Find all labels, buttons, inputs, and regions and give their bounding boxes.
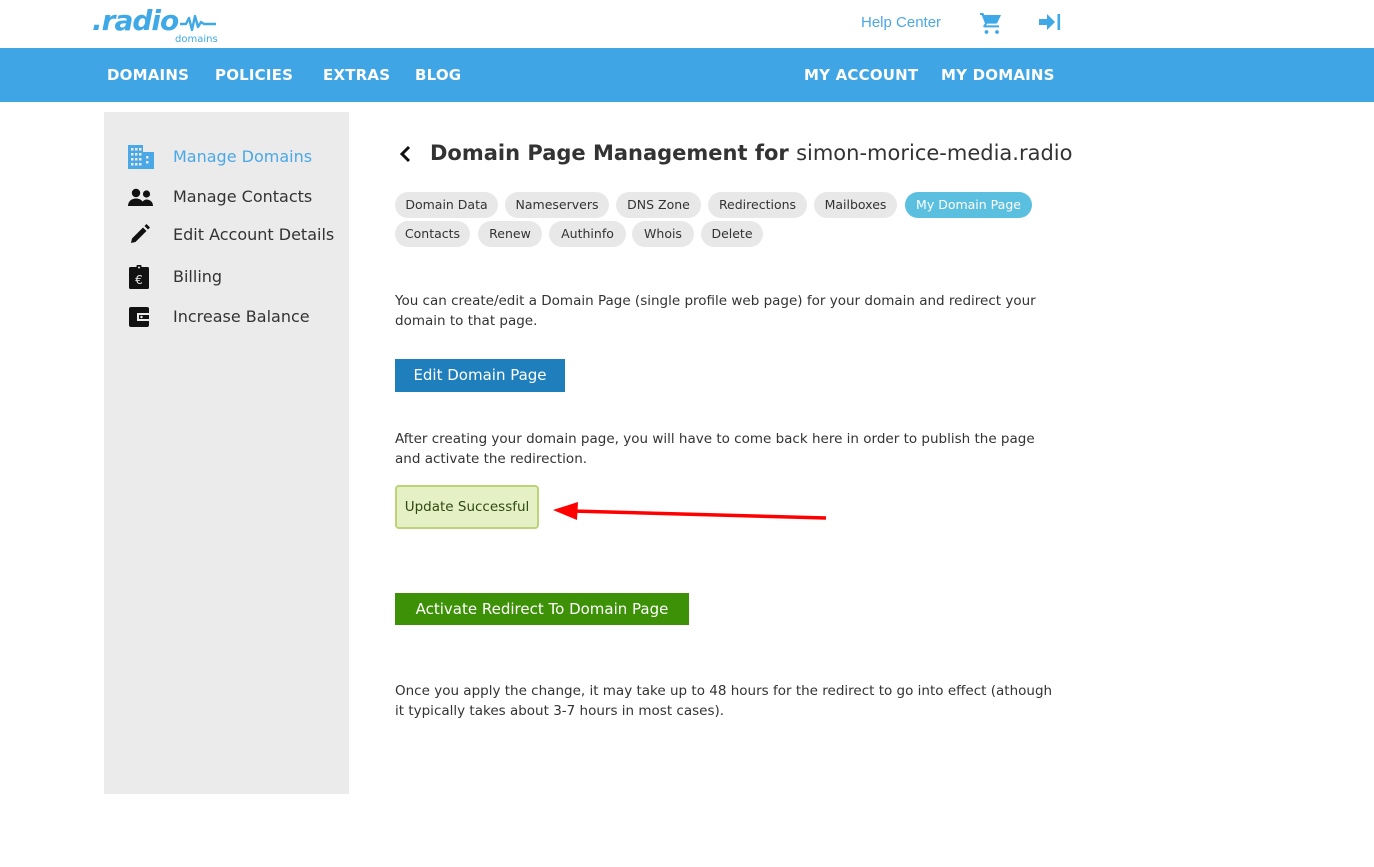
sidebar-item-billing[interactable]: € Billing xyxy=(104,262,349,292)
logout-icon[interactable] xyxy=(1039,12,1061,32)
tab-contacts[interactable]: Contacts xyxy=(395,221,470,247)
tab-whois[interactable]: Whois xyxy=(632,221,694,247)
building-icon xyxy=(128,145,154,169)
sidebar-item-manage-domains[interactable]: Manage Domains xyxy=(104,142,349,172)
sidebar-item-edit-account-details[interactable]: Edit Account Details xyxy=(104,220,349,250)
page-title-prefix: Domain Page Management for xyxy=(430,141,797,165)
sidebar-item-manage-contacts[interactable]: Manage Contacts xyxy=(104,182,349,212)
sidebar-item-label: Manage Domains xyxy=(173,147,313,166)
shopping-cart-icon[interactable] xyxy=(979,11,1003,35)
footer-note-text: Once you apply the change, it may take u… xyxy=(395,683,1053,719)
page-title: Domain Page Management for simon-morice-… xyxy=(430,141,1072,165)
update-success-alert: Update Successful xyxy=(395,485,539,529)
tab-dns-zone[interactable]: DNS Zone xyxy=(616,192,701,218)
sidebar-item-increase-balance[interactable]: Increase Balance xyxy=(104,302,349,332)
nav-blog[interactable]: BLOG xyxy=(415,66,461,84)
sidebar: Manage Domains Manage Contacts Edit Acco… xyxy=(104,112,349,794)
top-bar: .radio domains Help Center xyxy=(0,0,1374,48)
site-logo[interactable]: .radio domains xyxy=(92,4,222,48)
sidebar-item-label: Edit Account Details xyxy=(173,225,335,244)
pencil-icon xyxy=(131,224,150,243)
tab-my-domain-page[interactable]: My Domain Page xyxy=(905,192,1032,218)
nav-domains[interactable]: DOMAINS xyxy=(107,66,189,84)
sidebar-item-label: Increase Balance xyxy=(173,307,310,326)
wallet-icon xyxy=(129,307,149,327)
help-center-link[interactable]: Help Center xyxy=(861,14,941,31)
page-title-domain: simon-morice-media.radio xyxy=(796,141,1073,165)
tab-authinfo[interactable]: Authinfo xyxy=(549,221,626,247)
nav-policies[interactable]: POLICIES xyxy=(215,66,293,84)
logo-text: .radio xyxy=(92,4,179,37)
nav-my-domains[interactable]: MY DOMAINS xyxy=(941,66,1055,84)
red-arrow-annotation xyxy=(553,502,827,520)
nav-my-account[interactable]: MY ACCOUNT xyxy=(804,66,918,84)
tab-renew[interactable]: Renew xyxy=(478,221,542,247)
after-note-text: After creating your domain page, you wil… xyxy=(395,431,1035,467)
sidebar-item-label: Manage Contacts xyxy=(173,187,313,206)
main-nav: DOMAINS POLICIES EXTRAS BLOG MY ACCOUNT … xyxy=(0,48,1374,102)
back-chevron-icon[interactable] xyxy=(398,145,414,163)
euro-receipt-icon: € xyxy=(129,265,149,289)
tab-redirections[interactable]: Redirections xyxy=(708,192,807,218)
tab-nameservers[interactable]: Nameservers xyxy=(505,192,609,218)
intro-text: You can create/edit a Domain Page (singl… xyxy=(395,293,1036,329)
activate-redirect-button[interactable]: Activate Redirect To Domain Page xyxy=(395,593,689,625)
logo-subtext: domains xyxy=(175,34,218,45)
people-icon xyxy=(128,188,153,206)
nav-extras[interactable]: EXTRAS xyxy=(323,66,390,84)
svg-text:€: € xyxy=(135,273,143,287)
tab-delete[interactable]: Delete xyxy=(701,221,763,247)
edit-domain-page-button[interactable]: Edit Domain Page xyxy=(395,359,565,392)
tab-domain-data[interactable]: Domain Data xyxy=(395,192,498,218)
tab-mailboxes[interactable]: Mailboxes xyxy=(814,192,897,218)
sidebar-item-label: Billing xyxy=(173,267,223,286)
soundwave-icon xyxy=(180,14,216,32)
